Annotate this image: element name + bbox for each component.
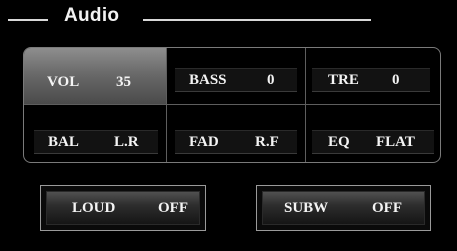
bal-value: L.R (114, 134, 139, 150)
vol-value: 35 (116, 74, 131, 90)
eq-label: EQ (328, 134, 350, 150)
subw-value: OFF (372, 200, 402, 216)
vol-setting[interactable]: VOL 35 (24, 48, 166, 104)
eq-value: FLAT (376, 134, 415, 150)
tre-label: TRE (328, 72, 359, 88)
bass-value: 0 (267, 72, 275, 88)
loud-value: OFF (158, 200, 188, 216)
vol-label: VOL (47, 74, 80, 90)
audio-settings-screen: Audio VOL 35 BASS 0 TRE 0 BAL L.R FAD R.… (0, 0, 457, 251)
eq-setting[interactable]: EQ FLAT (306, 105, 440, 162)
bal-label: BAL (48, 134, 79, 150)
title-divider-right (143, 19, 371, 21)
tre-setting[interactable]: TRE 0 (306, 48, 440, 104)
audio-settings-panel: VOL 35 BASS 0 TRE 0 BAL L.R FAD R.F EQ F… (23, 47, 441, 163)
fad-setting[interactable]: FAD R.F (167, 105, 305, 162)
title-divider-left (8, 19, 48, 21)
subw-label: SUBW (284, 200, 329, 216)
page-title: Audio (64, 5, 120, 26)
bal-setting[interactable]: BAL L.R (24, 105, 166, 162)
subw-button[interactable]: SUBW OFF (256, 185, 431, 231)
tre-value: 0 (392, 72, 400, 88)
bass-setting[interactable]: BASS 0 (167, 48, 305, 104)
loud-button[interactable]: LOUD OFF (40, 185, 206, 231)
bass-label: BASS (189, 72, 227, 88)
loud-label: LOUD (72, 200, 116, 216)
fad-value: R.F (255, 134, 279, 150)
fad-label: FAD (189, 134, 219, 150)
